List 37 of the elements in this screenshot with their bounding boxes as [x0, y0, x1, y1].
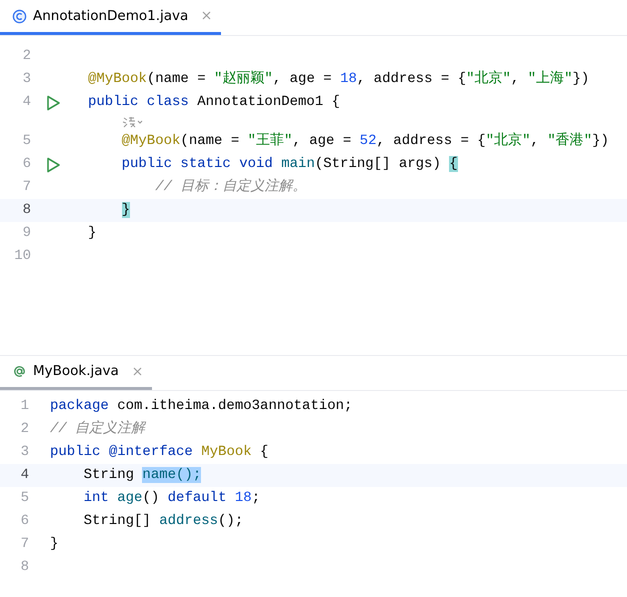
- line-number: 3: [20, 443, 29, 462]
- at-sign-icon: [12, 364, 27, 379]
- run-icon[interactable]: [46, 156, 61, 172]
- line-number: 6: [20, 512, 29, 531]
- line-number: 1: [20, 397, 29, 416]
- line-number: 5: [20, 489, 29, 508]
- code-line: // 目标：自定义注解。: [154, 177, 306, 197]
- code-line: package com.itheima.demo3annotation;: [50, 397, 352, 416]
- line-number: 7: [20, 535, 29, 554]
- file-tab[interactable]: MyBook.java: [0, 356, 152, 390]
- code-line: @MyBook(name = "赵丽颖", age = 18, address = {"北京", "上海"}): [88, 69, 590, 89]
- code-line: public static void main(String[] args) {: [120, 155, 458, 174]
- line-number: 8: [20, 558, 29, 577]
- file-tab[interactable]: AnnotationDemo1.java: [0, 0, 222, 35]
- line-number: 4: [20, 466, 29, 485]
- line-number: 5: [22, 132, 31, 151]
- code-line: }: [88, 224, 96, 243]
- run-icon[interactable]: [46, 94, 61, 110]
- line-number: 2: [20, 420, 29, 439]
- author-hint-icon[interactable]: [122, 116, 144, 128]
- code-line: // 自定义注解: [50, 419, 146, 439]
- code-line: String name();: [82, 466, 202, 485]
- line-number: 7: [22, 178, 31, 197]
- line-number: 4: [22, 93, 31, 112]
- code-line: public @interface MyBook {: [50, 443, 268, 462]
- line-number: 10: [13, 247, 31, 266]
- code-line: }: [50, 535, 58, 554]
- class-icon: [12, 8, 27, 24]
- code-line: @MyBook(name = "王菲", age = 52, address = {"北京", "香港"}): [120, 131, 609, 151]
- line-number: 6: [22, 155, 31, 174]
- code-line: int age() default 18;: [82, 489, 260, 508]
- code-line: public class AnnotationDemo1 {: [88, 93, 340, 112]
- code-line: String[] address();: [82, 512, 244, 531]
- line-number: 8: [22, 201, 31, 220]
- line-number: 3: [22, 70, 31, 89]
- line-number: 2: [22, 47, 31, 66]
- line-number: 9: [22, 224, 31, 243]
